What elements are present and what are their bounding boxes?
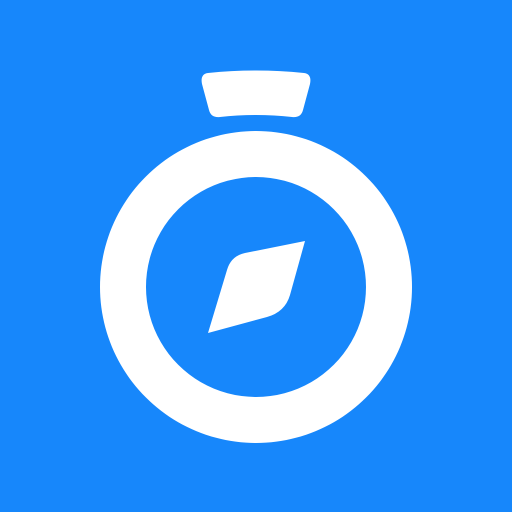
app-icon — [0, 0, 512, 512]
compass-needle — [208, 241, 305, 333]
stopwatch-compass-icon — [100, 70, 413, 444]
stopwatch-crown — [201, 70, 311, 118]
